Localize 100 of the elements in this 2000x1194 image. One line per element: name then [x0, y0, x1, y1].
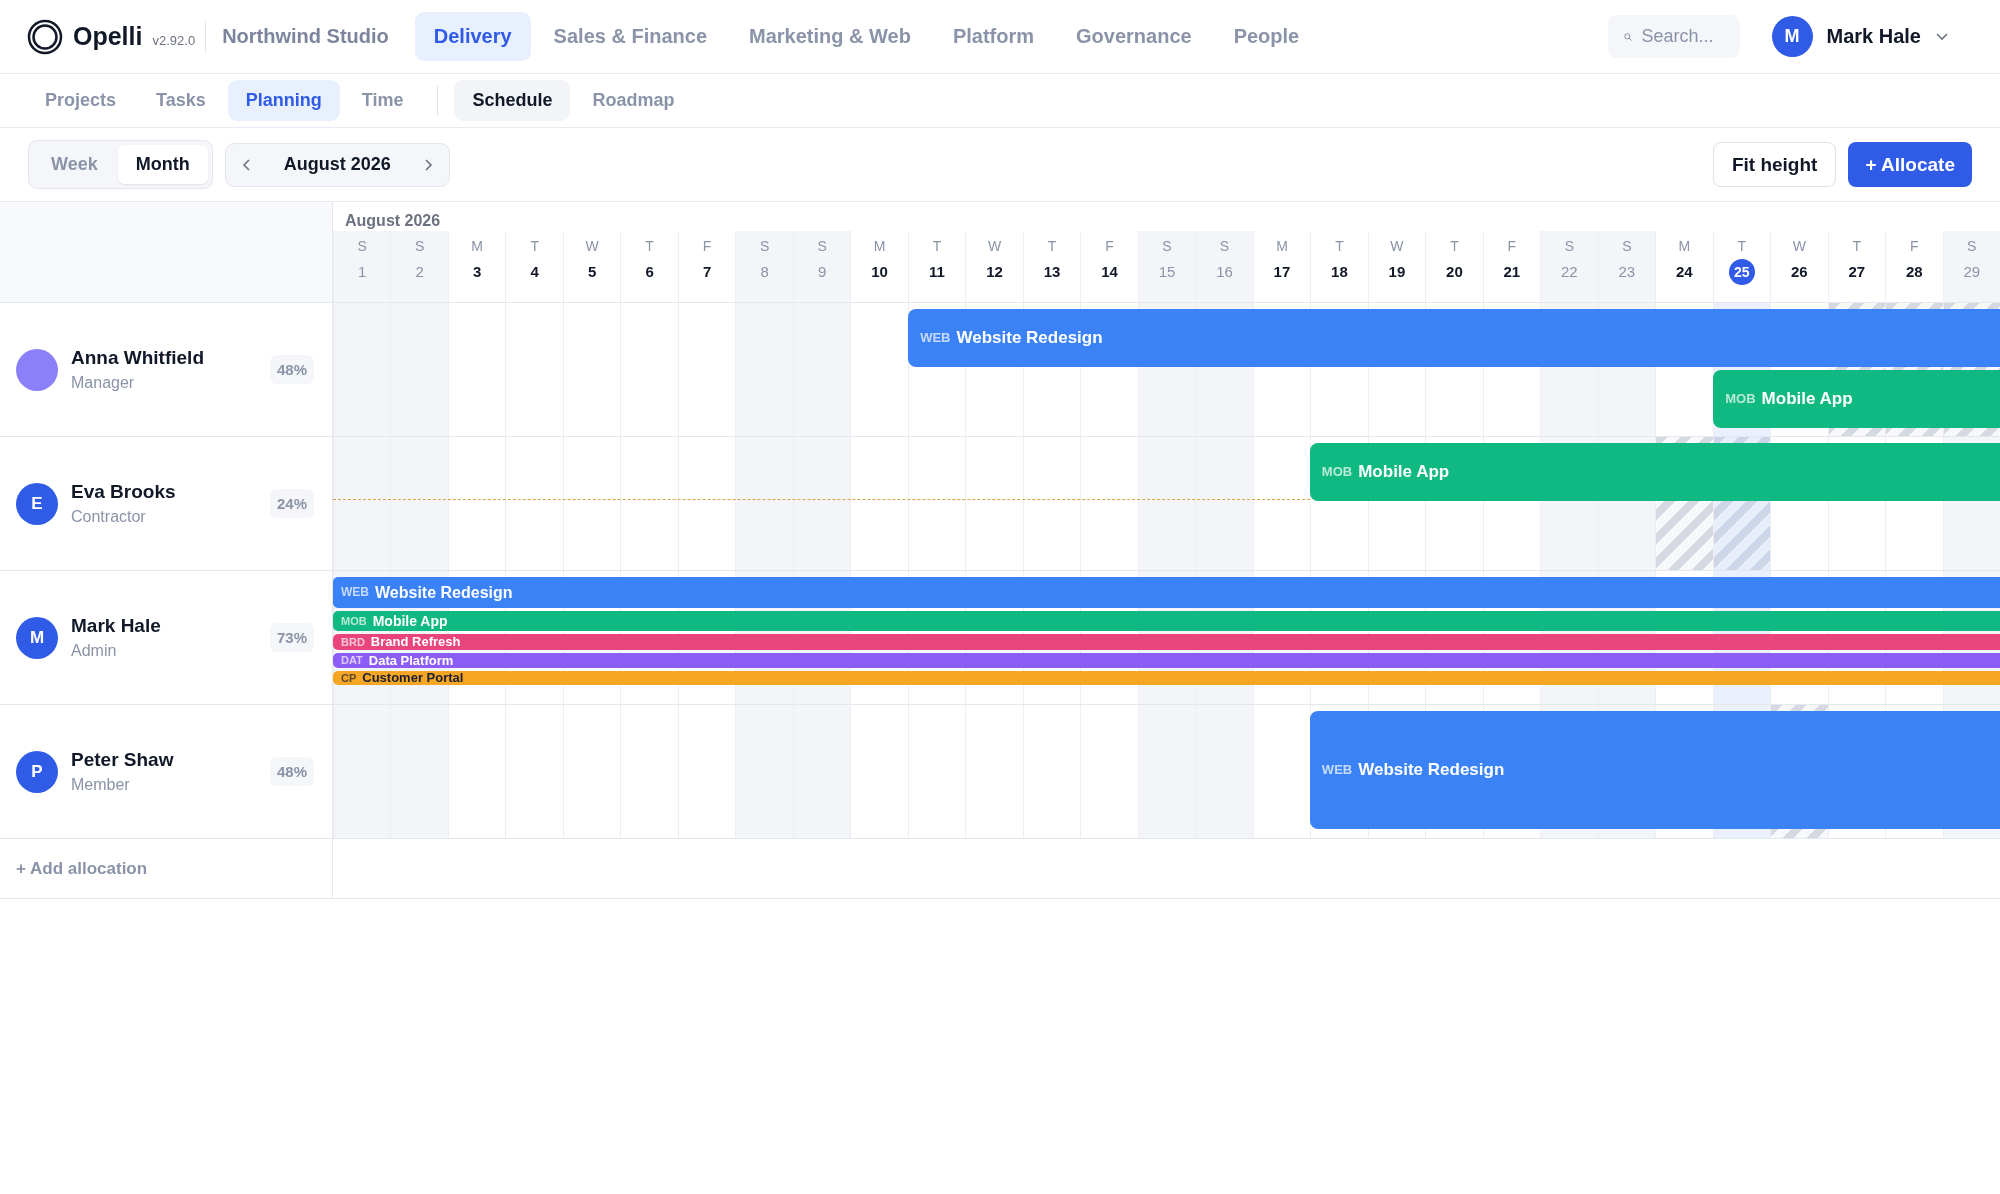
utilization-badge: 48%: [269, 757, 314, 786]
allocation-bar[interactable]: MOB Mobile App: [1309, 443, 2000, 501]
weekday-label: W: [1792, 238, 1806, 254]
weekday-label: M: [471, 238, 484, 254]
weekday-label: S: [1622, 238, 1632, 254]
allocation-bar[interactable]: WEB Website Redesign: [1309, 711, 2000, 829]
utilization-badge: 48%: [269, 355, 314, 384]
date-label: 14: [1100, 262, 1119, 282]
person-name: Anna Whitfield: [71, 347, 205, 369]
allocation-bar[interactable]: MOB Mobile App: [333, 611, 2000, 631]
section-tab[interactable]: Planning: [227, 80, 340, 121]
weekday-label: S: [1219, 238, 1230, 254]
weekday-label: T: [932, 238, 942, 254]
weekday-label: T: [1047, 238, 1057, 254]
view-tab[interactable]: Schedule: [454, 80, 571, 121]
user-name[interactable]: Mark Hale: [1826, 25, 1921, 48]
nav-tab[interactable]: Platform: [933, 12, 1053, 61]
allocation-bar[interactable]: DAT Data Platform: [333, 653, 2000, 668]
month-label: August 2026: [344, 211, 442, 231]
date-label: 24: [1675, 262, 1694, 282]
next-chevron-icon: [422, 157, 433, 172]
add-allocation-link[interactable]: + Add allocation: [0, 839, 333, 899]
fit-height-button[interactable]: Fit height: [1712, 142, 1837, 187]
range-toggle[interactable]: Month: [117, 145, 208, 184]
logo-icon: [27, 18, 63, 55]
weekday-label: T: [1450, 238, 1459, 254]
date-label: 11: [928, 262, 946, 282]
weekday-label: S: [1564, 238, 1575, 254]
weekday-label: M: [873, 238, 886, 254]
date-label: 5: [587, 262, 598, 282]
utilization-badge: 73%: [269, 623, 314, 652]
weekday-label: M: [1678, 238, 1691, 254]
avatar: P: [16, 750, 58, 793]
date-label: 19: [1387, 262, 1407, 282]
search-input[interactable]: Search...: [1641, 26, 1724, 47]
person-role: Manager: [71, 374, 136, 392]
weekday-label: T: [1737, 238, 1747, 254]
date-label: 12: [985, 262, 1004, 282]
date-label: 22: [1560, 262, 1579, 282]
avatar: E: [16, 482, 58, 525]
weekday-label: W: [987, 238, 1002, 254]
app-logo: Opelli: [73, 22, 143, 51]
weekday-label: F: [1105, 238, 1114, 254]
date-label: 8: [759, 262, 770, 282]
date-label: 9: [816, 262, 828, 282]
date-label: 23: [1617, 262, 1637, 282]
avatar: M: [16, 616, 58, 659]
nav-tab[interactable]: Marketing & Web: [730, 12, 930, 61]
weekday-label: S: [357, 238, 367, 254]
previous-chevron-icon: [241, 157, 252, 172]
allocation-bar[interactable]: WEB Website Redesign: [908, 309, 2000, 367]
section-tab[interactable]: Time: [343, 80, 422, 121]
date-label: 26: [1789, 262, 1809, 282]
weekday-label: S: [817, 238, 827, 254]
allocation-bar[interactable]: CP Customer Portal: [333, 671, 2000, 685]
nav-tab[interactable]: Sales & Finance: [534, 12, 726, 61]
date-label: 4: [529, 262, 540, 282]
date-label: 18: [1330, 262, 1349, 282]
weekday-label: T: [530, 238, 539, 254]
workspace-name: Northwind Studio: [222, 25, 389, 48]
allocation-bar[interactable]: BRD Brand Refresh: [333, 634, 2000, 650]
weekday-label: T: [645, 238, 654, 254]
date-label: 6: [644, 262, 655, 282]
nav-tab[interactable]: Governance: [1057, 12, 1211, 61]
weekday-label: S: [415, 238, 425, 254]
date-label: 10: [870, 262, 889, 282]
weekday-label: S: [759, 238, 770, 254]
utilization-badge: 24%: [269, 489, 314, 518]
nav-tab[interactable]: People: [1214, 12, 1319, 61]
date-label: 3: [472, 262, 483, 282]
section-tab[interactable]: Projects: [27, 80, 135, 121]
person-role: Member: [71, 776, 131, 794]
chevron-down-icon[interactable]: [1935, 32, 1949, 41]
weekday-label: F: [1910, 238, 1919, 254]
weekday-label: T: [1335, 238, 1344, 254]
date-label: 17: [1272, 262, 1292, 282]
section-tab[interactable]: Tasks: [138, 80, 224, 121]
date-label: 21: [1502, 262, 1522, 282]
date-label: 16: [1215, 262, 1234, 282]
weekday-label: F: [702, 238, 712, 254]
weekday-label: F: [1507, 238, 1517, 254]
date-label: 13: [1042, 262, 1062, 282]
person-role: Contractor: [71, 508, 147, 526]
weekday-label: W: [1390, 238, 1404, 254]
date-label: 20: [1445, 262, 1464, 282]
today-date: 25: [1728, 259, 1755, 285]
nav-tab[interactable]: Delivery: [414, 12, 531, 61]
range-toggle[interactable]: Week: [33, 145, 116, 184]
allocation-bar[interactable]: MOB Mobile App: [1713, 370, 2000, 428]
date-label: 7: [701, 262, 713, 282]
person-name: Peter Shaw: [71, 749, 175, 771]
date-label: 2: [414, 262, 425, 282]
date-label: 29: [1962, 262, 1982, 282]
allocate-button[interactable]: + Allocate: [1848, 142, 1972, 187]
allocation-bar[interactable]: WEB Website Redesign: [333, 577, 2000, 608]
date-label: 15: [1157, 262, 1177, 282]
search-field[interactable]: Search...: [1607, 15, 1740, 58]
date-label: 1: [357, 262, 368, 282]
user-avatar[interactable]: M: [1771, 16, 1813, 57]
view-tab[interactable]: Roadmap: [574, 80, 693, 121]
